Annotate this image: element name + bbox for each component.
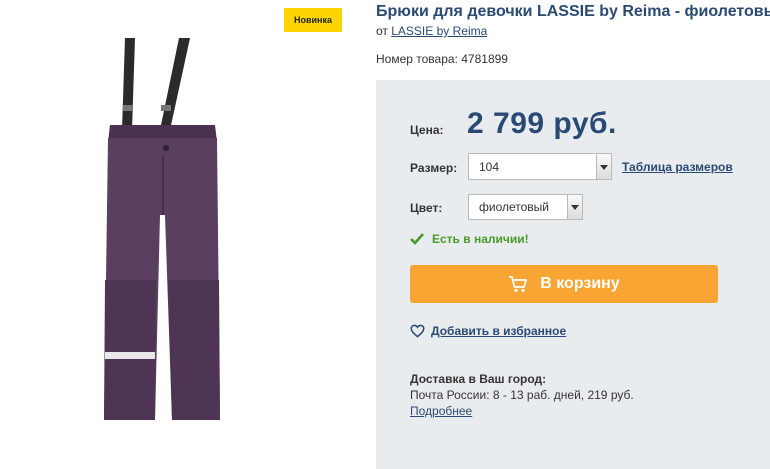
brand-prefix: от [376,24,388,38]
stock-status: Есть в наличии! [410,232,529,246]
stock-text: Есть в наличии! [432,232,529,246]
size-label: Размер: [410,161,458,175]
delivery-heading: Доставка в Ваш город: [410,372,547,386]
add-to-favorites[interactable]: Добавить в избранное [410,324,566,338]
delivery-more-link[interactable]: Подробнее [410,404,472,418]
price-value: 2 799 руб. [467,107,617,140]
checkmark-icon [410,233,424,245]
size-table-link[interactable]: Таблица размеров [622,160,733,174]
size-select[interactable]: 104 [468,153,612,180]
brand-link[interactable]: LASSIE by Reima [391,24,487,38]
brand-line: от LASSIE by Reima [376,24,487,38]
product-image [104,38,220,420]
delivery-line: Почта России: 8 - 13 раб. дней, 219 руб. [410,388,634,402]
chevron-down-icon[interactable] [596,154,611,179]
product-title: Брюки для девочки LASSIE by Reima - фиол… [376,3,770,20]
sku-value: 4781899 [461,52,508,66]
color-selected: фиолетовый [479,200,550,214]
price-label: Цена: [410,123,444,137]
chevron-down-icon[interactable] [567,195,582,219]
delivery-info: Доставка в Ваш город: Почта России: 8 - … [410,371,634,419]
favorites-link[interactable]: Добавить в избранное [431,324,566,338]
cart-icon [509,276,528,293]
size-selected: 104 [479,159,500,174]
color-label: Цвет: [410,201,443,215]
sku-line: Номер товара: 4781899 [376,52,508,66]
heart-icon [410,324,425,338]
new-badge: Новинка [284,8,342,32]
sku-label: Номер товара: [376,52,458,66]
cart-button-label: В корзину [540,275,620,292]
add-to-cart-button[interactable]: В корзину [410,265,718,303]
color-select[interactable]: фиолетовый [468,194,583,220]
